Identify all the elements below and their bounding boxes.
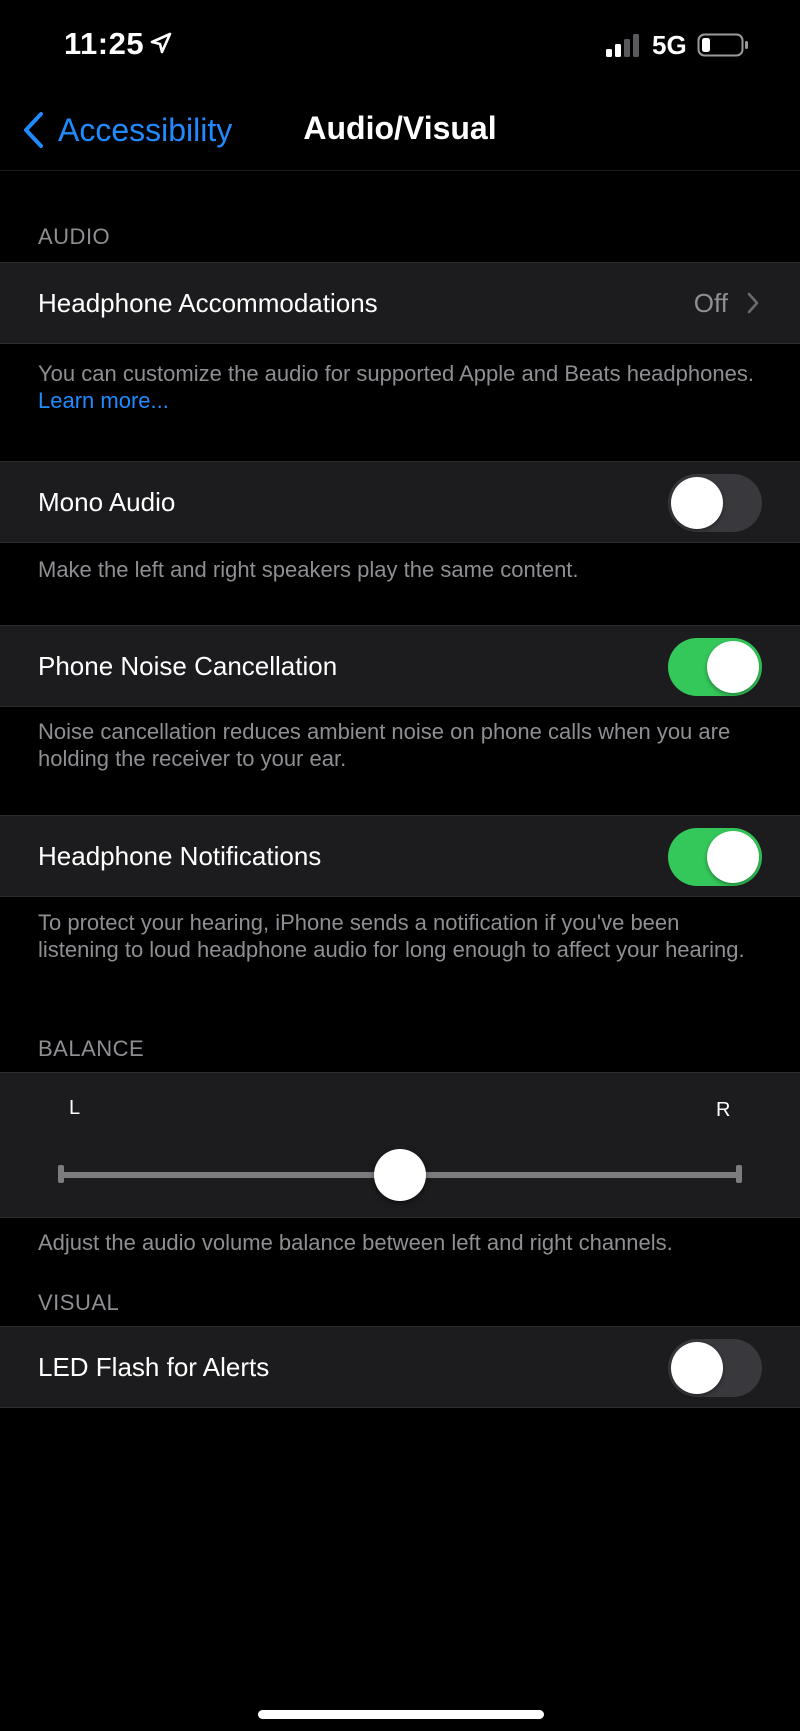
balance-left-label: L xyxy=(69,1097,81,1119)
learn-more-link[interactable]: Learn more... xyxy=(38,388,169,413)
section-header-balance: BALANCE xyxy=(38,1036,145,1061)
back-button[interactable]: Accessibility xyxy=(22,108,232,152)
toggle-knob xyxy=(671,477,723,529)
mono-audio-label: Mono Audio xyxy=(38,487,176,517)
toggle-knob xyxy=(707,831,759,883)
toggle-knob xyxy=(707,641,759,693)
battery-icon xyxy=(697,33,748,57)
carrier-label: 5G xyxy=(652,30,687,60)
back-button-label: Accessibility xyxy=(58,111,233,148)
section-header-audio: AUDIO xyxy=(38,224,111,249)
phone-noise-cancellation-label: Phone Noise Cancellation xyxy=(38,651,338,681)
toggle-knob xyxy=(671,1342,723,1394)
balance-right-tick xyxy=(736,1165,742,1183)
headphone-notifications-footer: To protect your hearing, iPhone sends a … xyxy=(38,910,745,962)
balance-slider-thumb[interactable] xyxy=(374,1149,426,1201)
status-time: 11:25 xyxy=(64,26,145,61)
home-indicator[interactable] xyxy=(258,1710,544,1719)
headphone-accommodations-footer-text: You can customize the audio for supporte… xyxy=(38,361,754,386)
led-flash-toggle[interactable] xyxy=(668,1339,762,1397)
location-arrow-icon xyxy=(150,32,172,54)
headphone-notifications-toggle[interactable] xyxy=(668,828,762,886)
chevron-left-icon xyxy=(24,112,43,148)
chevron-right-icon xyxy=(747,292,759,314)
led-flash-label: LED Flash for Alerts xyxy=(38,1352,270,1382)
phone-noise-cancellation-toggle[interactable] xyxy=(668,638,762,696)
headphone-notifications-row: Headphone Notifications xyxy=(0,815,800,897)
headphone-accommodations-value: Off xyxy=(693,288,728,318)
mono-audio-toggle[interactable] xyxy=(668,474,762,532)
balance-right-label: R xyxy=(716,1099,731,1121)
headphone-accommodations-label: Headphone Accommodations xyxy=(38,288,378,318)
balance-footer: Adjust the audio volume balance between … xyxy=(38,1230,673,1255)
cellular-signal-icon xyxy=(606,34,639,57)
phone-noise-cancellation-row: Phone Noise Cancellation xyxy=(0,625,800,707)
led-flash-row: LED Flash for Alerts xyxy=(0,1326,800,1408)
mono-audio-row: Mono Audio xyxy=(0,461,800,543)
headphone-notifications-label: Headphone Notifications xyxy=(38,841,322,871)
navigation-bar: Audio/Visual Accessibility xyxy=(0,90,800,171)
balance-slider-row: L R xyxy=(0,1072,800,1218)
mono-audio-footer: Make the left and right speakers play th… xyxy=(38,557,579,582)
balance-left-tick xyxy=(58,1165,64,1183)
section-header-visual: VISUAL xyxy=(38,1290,120,1315)
headphone-accommodations-row[interactable]: Headphone Accommodations Off xyxy=(0,262,800,344)
headphone-accommodations-footer: You can customize the audio for supporte… xyxy=(38,360,758,414)
phone-noise-cancellation-footer: Noise cancellation reduces ambient noise… xyxy=(38,719,731,771)
status-bar: 11:25 5G xyxy=(0,0,800,90)
